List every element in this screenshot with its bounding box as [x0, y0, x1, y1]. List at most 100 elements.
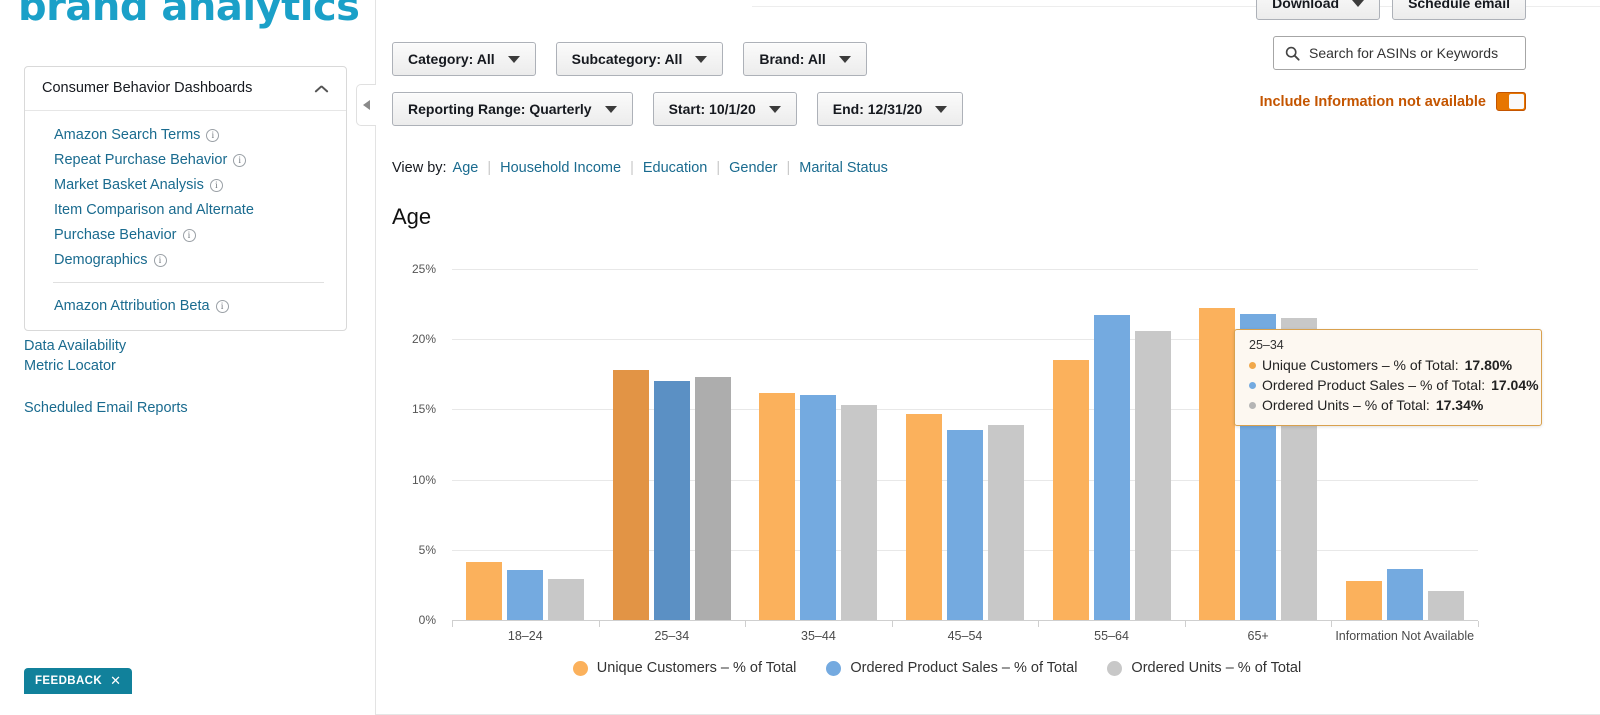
view-by-option-gender[interactable]: Gender	[729, 160, 777, 176]
brand-analytics-page: brand analytics Consumer Behavior Dashbo…	[0, 0, 1600, 715]
legend-item-unique-customers[interactable]: Unique Customers – % of Total	[572, 660, 796, 676]
view-by-option-age[interactable]: Age	[453, 160, 479, 176]
filter-row-date: Reporting Range: Quarterly Start: 10/1/2…	[392, 92, 964, 126]
search-icon	[1285, 46, 1300, 61]
sidebar-item-demographics[interactable]: Demographics i	[25, 247, 346, 272]
brand-filter-label: Brand: All	[759, 51, 826, 67]
chevron-down-icon	[838, 55, 851, 63]
chevron-down-icon	[935, 105, 948, 113]
y-axis-tick-label: 20%	[411, 332, 436, 347]
sidebar-item-amazon-search-terms[interactable]: Amazon Search Terms i	[25, 122, 346, 147]
consumer-behavior-dashboards-card: Consumer Behavior Dashboards Amazon Sear…	[24, 66, 347, 331]
bar[interactable]	[906, 413, 942, 620]
sidebar-item-amazon-attribution-beta[interactable]: Amazon Attribution Beta i	[25, 293, 346, 318]
feedback-button[interactable]: FEEDBACK ✕	[24, 668, 133, 694]
sidebar-item-market-basket-analysis[interactable]: Market Basket Analysis i	[25, 172, 346, 197]
view-by-option-education[interactable]: Education	[643, 160, 708, 176]
tooltip-row: Ordered Units – % of Total: 17.34%	[1249, 395, 1529, 415]
bar-group[interactable]	[466, 269, 585, 620]
bar-group[interactable]	[759, 269, 878, 620]
bar[interactable]	[653, 380, 690, 620]
bar[interactable]	[988, 424, 1024, 620]
bar[interactable]	[1427, 591, 1464, 620]
sidebar-link-data-availability[interactable]: Data Availability	[24, 336, 126, 356]
schedule-email-label: Schedule email	[1408, 0, 1510, 11]
filter-row-primary: Category: All Subcategory: All Brand: Al…	[392, 42, 867, 76]
bar[interactable]	[466, 561, 503, 620]
info-icon[interactable]: i	[209, 179, 223, 192]
search-box[interactable]	[1273, 36, 1526, 70]
bar[interactable]	[612, 370, 649, 620]
bar[interactable]	[1345, 580, 1382, 620]
view-by-option-household-income[interactable]: Household Income	[500, 160, 621, 176]
start-date-dropdown[interactable]: Start: 10/1/20	[652, 92, 797, 126]
sidebar-item-label: Purchase Behavior	[54, 226, 177, 243]
bar[interactable]	[1052, 360, 1089, 620]
schedule-email-button[interactable]: Schedule email	[1392, 0, 1526, 20]
bar[interactable]	[548, 578, 585, 620]
info-icon[interactable]: i	[206, 129, 220, 142]
chevron-down-icon	[604, 105, 617, 113]
tooltip-series-name: Ordered Units – % of Total:	[1262, 397, 1430, 413]
x-axis-tick	[745, 621, 747, 627]
tooltip-row: Unique Customers – % of Total: 17.80%	[1249, 355, 1529, 375]
category-filter-dropdown[interactable]: Category: All	[392, 42, 536, 76]
include-info-not-available-toggle[interactable]	[1496, 92, 1526, 111]
bar[interactable]	[947, 430, 983, 620]
bar-group[interactable]	[1345, 269, 1464, 620]
brand-filter-dropdown[interactable]: Brand: All	[743, 42, 867, 76]
bar[interactable]	[694, 376, 731, 620]
bar[interactable]	[841, 405, 878, 620]
legend-item-ordered-product-sales[interactable]: Ordered Product Sales – % of Total	[826, 660, 1077, 676]
sidebar-collapse-handle[interactable]	[356, 84, 376, 126]
sidebar-item-repeat-purchase-behavior[interactable]: Repeat Purchase Behavior i	[25, 147, 346, 172]
include-info-not-available-toggle-row: Include Information not available	[1260, 92, 1526, 111]
chart-plot-area: 0% 5% 10% 15% 20% 25% 18–24 25–34 35–44 45–54 55–6…	[412, 262, 1479, 643]
sidebar-link-scheduled-email-reports[interactable]: Scheduled Email Reports	[24, 398, 188, 418]
info-icon[interactable]: i	[233, 154, 247, 167]
info-icon[interactable]: i	[215, 300, 229, 313]
top-action-buttons: Download Schedule email	[1256, 0, 1526, 20]
view-by-divider: |	[786, 160, 791, 176]
bar-group[interactable]	[612, 269, 731, 620]
bar-group[interactable]	[1052, 269, 1171, 620]
chevron-up-icon[interactable]	[314, 84, 329, 93]
legend-dot	[1107, 660, 1123, 676]
sidebar-item-label: Market Basket Analysis	[54, 176, 204, 193]
subcategory-filter-dropdown[interactable]: Subcategory: All	[555, 42, 724, 76]
bar[interactable]	[507, 570, 544, 620]
x-axis-tick	[1038, 621, 1040, 627]
bar-group[interactable]	[1199, 269, 1318, 620]
bar[interactable]	[1134, 330, 1171, 620]
sidebar-item-item-comparison-and-alternate[interactable]: Item Comparison and Alternate	[25, 197, 346, 222]
end-date-dropdown[interactable]: End: 12/31/20	[816, 92, 964, 126]
view-by-option-marital-status[interactable]: Marital Status	[799, 160, 888, 176]
tooltip-series-name: Ordered Product Sales – % of Total:	[1262, 377, 1486, 393]
sidebar-item-purchase-behavior[interactable]: Purchase Behavior i	[25, 222, 346, 247]
reporting-range-dropdown[interactable]: Reporting Range: Quarterly	[392, 92, 633, 126]
legend-label: Ordered Product Sales – % of Total	[850, 660, 1078, 676]
bar-group[interactable]	[906, 269, 1024, 620]
x-axis-tick-label: 65+	[1247, 629, 1269, 643]
download-button[interactable]: Download	[1256, 0, 1381, 20]
chart-legend: Unique Customers – % of Total Ordered Pr…	[392, 660, 1482, 676]
chevron-down-icon	[507, 55, 520, 63]
x-axis-tick	[1331, 621, 1333, 627]
bar[interactable]	[1093, 315, 1130, 620]
brand-analytics-logo: brand analytics	[18, 0, 360, 30]
legend-item-ordered-units[interactable]: Ordered Units – % of Total	[1107, 660, 1301, 676]
x-axis-tick	[1184, 621, 1186, 627]
info-icon[interactable]: i	[182, 229, 196, 242]
legend-dot	[826, 660, 842, 676]
info-icon[interactable]: i	[153, 254, 167, 267]
search-input[interactable]	[1309, 45, 1514, 61]
view-by-divider: |	[716, 160, 721, 176]
sidebar-link-metric-locator[interactable]: Metric Locator	[24, 356, 126, 376]
bar[interactable]	[759, 392, 796, 620]
bar[interactable]	[800, 395, 837, 620]
bar[interactable]	[1199, 308, 1236, 620]
x-axis-tick-label: Information Not Available	[1335, 629, 1475, 643]
bar[interactable]	[1386, 569, 1423, 620]
close-icon[interactable]: ✕	[110, 674, 121, 687]
consumer-behavior-dashboards-header[interactable]: Consumer Behavior Dashboards	[25, 67, 346, 111]
